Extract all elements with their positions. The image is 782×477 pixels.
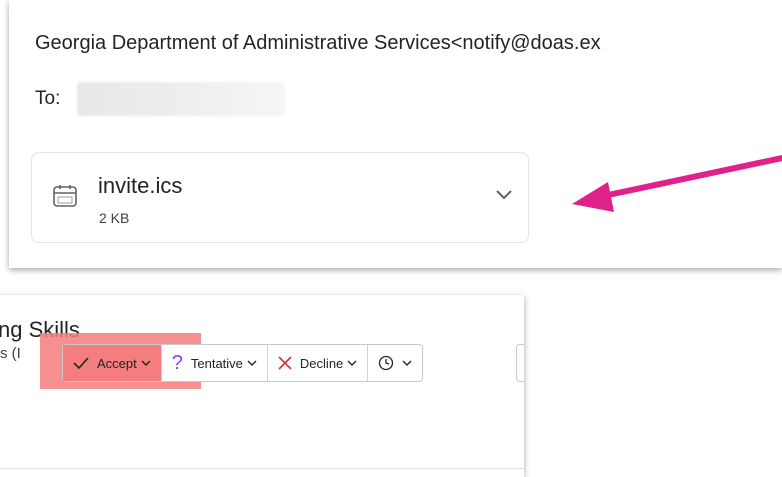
overflow-button[interactable] xyxy=(516,344,524,382)
attachment-card[interactable]: invite.ics 2 KB xyxy=(31,152,529,243)
divider xyxy=(0,468,524,469)
calendar-icon xyxy=(53,185,77,207)
chevron-down-icon xyxy=(247,360,257,366)
pointer-arrow xyxy=(572,155,782,212)
chevron-down-icon xyxy=(141,360,151,366)
attachment-size: 2 KB xyxy=(99,210,130,226)
chevron-down-icon xyxy=(402,360,412,366)
decline-button[interactable]: Decline xyxy=(268,345,369,381)
tentative-label: Tentative xyxy=(190,355,243,371)
chevron-down-icon[interactable] xyxy=(494,188,514,202)
to-label: To: xyxy=(35,88,61,109)
decline-label: Decline xyxy=(299,355,344,371)
response-toolbar: Accept ? Tentative Decline xyxy=(62,344,424,382)
close-icon xyxy=(278,356,292,370)
email-header-panel: Georgia Department of Administrative Ser… xyxy=(9,0,782,268)
recipient-redacted xyxy=(77,82,285,116)
chevron-down-icon xyxy=(347,360,357,366)
meeting-subtitle-fragment: s (I xyxy=(0,345,21,362)
question-icon: ? xyxy=(171,352,183,374)
accept-button[interactable]: Accept xyxy=(63,345,162,381)
meeting-panel: ng Skills s (I Accept ? Tentative Declin xyxy=(0,295,524,477)
propose-time-button[interactable] xyxy=(368,345,422,381)
attachment-name: invite.ics xyxy=(98,173,183,198)
sender-address: Georgia Department of Administrative Ser… xyxy=(35,32,601,54)
checkmark-icon xyxy=(73,357,89,370)
accept-label: Accept xyxy=(97,355,137,371)
tentative-button[interactable]: ? Tentative xyxy=(162,345,268,381)
clock-icon xyxy=(379,355,394,371)
